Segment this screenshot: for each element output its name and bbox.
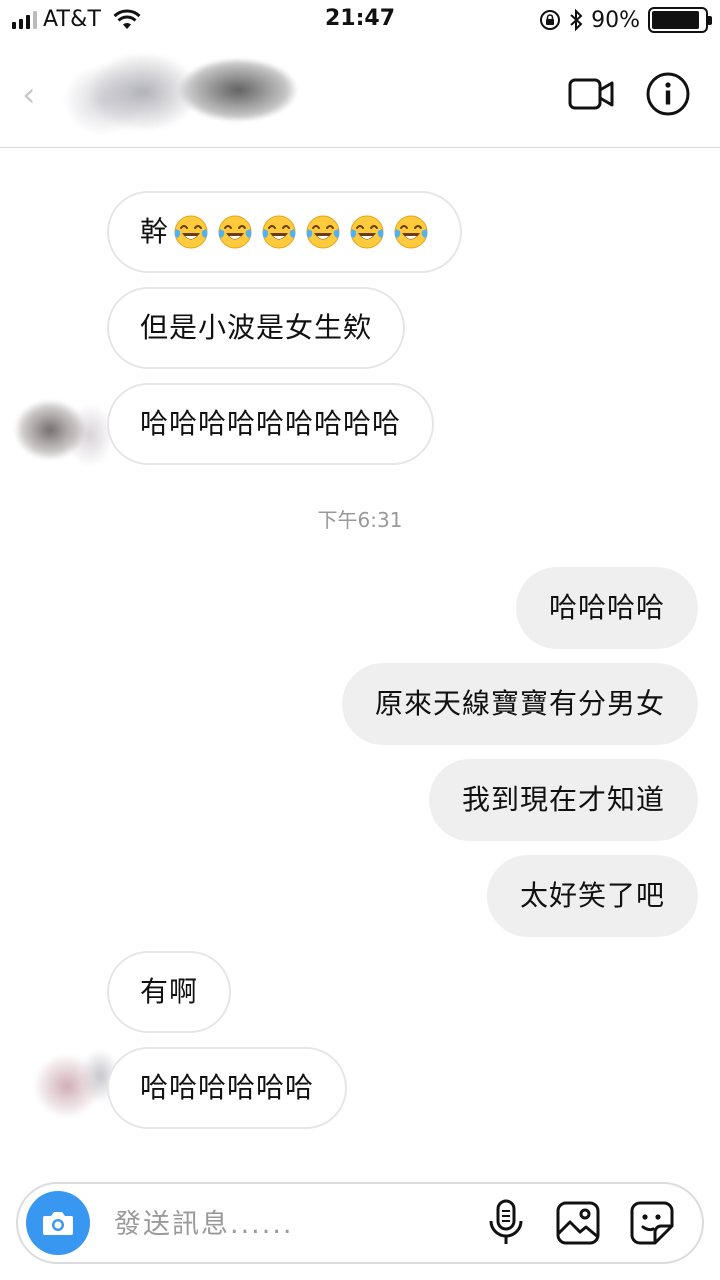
face-with-tears-of-joy-icon — [262, 215, 296, 249]
message-bubble-incoming[interactable]: 哈哈哈哈哈哈 — [107, 1047, 348, 1129]
message-bubble-outgoing[interactable]: 我到現在才知道 — [428, 759, 698, 841]
sticker-icon — [630, 1201, 674, 1245]
message-text: 哈哈哈哈哈哈 — [140, 1071, 315, 1104]
battery-icon — [648, 7, 712, 33]
message-composer — [16, 1182, 704, 1264]
back-chevron-icon[interactable]: ‹ — [22, 78, 36, 112]
message-bubble-incoming[interactable]: 幹 — [107, 191, 463, 273]
face-with-tears-of-joy-icon — [394, 215, 428, 249]
face-with-tears-of-joy-icon — [350, 215, 384, 249]
message-input[interactable] — [114, 1202, 444, 1246]
rotation-lock-icon — [540, 10, 561, 30]
sender-avatar[interactable] — [0, 380, 112, 490]
message-bubble-outgoing[interactable]: 太好笑了吧 — [486, 855, 698, 937]
microphone-icon — [489, 1199, 523, 1244]
message-text: 原來天線寶寶有分男女 — [374, 687, 665, 720]
video-call-icon — [568, 78, 614, 110]
gallery-icon — [556, 1201, 600, 1245]
camera-button[interactable] — [26, 1191, 90, 1255]
battery-percent: 90% — [591, 7, 640, 33]
message-text: 太好笑了吧 — [519, 879, 665, 912]
emoji-row — [173, 214, 429, 250]
face-with-tears-of-joy-icon — [174, 215, 208, 249]
message-text: 哈哈哈哈哈哈哈哈哈 — [140, 407, 402, 440]
gallery-button[interactable] — [552, 1197, 604, 1249]
voice-message-button[interactable] — [480, 1197, 532, 1249]
face-with-tears-of-joy-icon — [218, 215, 252, 249]
message-text: 但是小波是女生欸 — [140, 311, 373, 344]
message-bubble-outgoing[interactable]: 原來天線寶寶有分男女 — [341, 663, 698, 745]
contact-name-redacted[interactable] — [48, 40, 308, 152]
status-bar: AT&T 21:47 90% — [0, 0, 720, 40]
message-timestamp: 下午6:31 — [317, 508, 403, 532]
message-bubble-incoming[interactable]: 哈哈哈哈哈哈哈哈哈 — [107, 383, 435, 465]
info-button[interactable] — [644, 70, 692, 118]
sticker-button[interactable] — [626, 1197, 678, 1249]
conversation-header: ‹ — [0, 40, 720, 152]
bluetooth-icon — [570, 8, 583, 32]
info-icon — [646, 72, 690, 116]
video-call-button[interactable] — [568, 70, 616, 118]
face-with-tears-of-joy-icon — [306, 215, 340, 249]
message-bubble-incoming[interactable]: 有啊 — [107, 951, 232, 1033]
message-bubble-outgoing[interactable]: 哈哈哈哈 — [515, 567, 698, 649]
battery-level — [652, 11, 699, 29]
message-text: 我到現在才知道 — [461, 783, 665, 816]
message-text: 幹 — [140, 215, 170, 248]
message-text: 有啊 — [140, 975, 199, 1008]
message-text: 哈哈哈哈 — [548, 591, 665, 624]
message-bubble-incoming[interactable]: 但是小波是女生欸 — [107, 287, 406, 369]
direct-message-screen: AT&T 21:47 90% ‹ 幹 但是小波是女生欸 哈哈哈哈哈哈哈哈哈 下午… — [0, 0, 720, 1280]
camera-icon — [43, 1212, 73, 1235]
